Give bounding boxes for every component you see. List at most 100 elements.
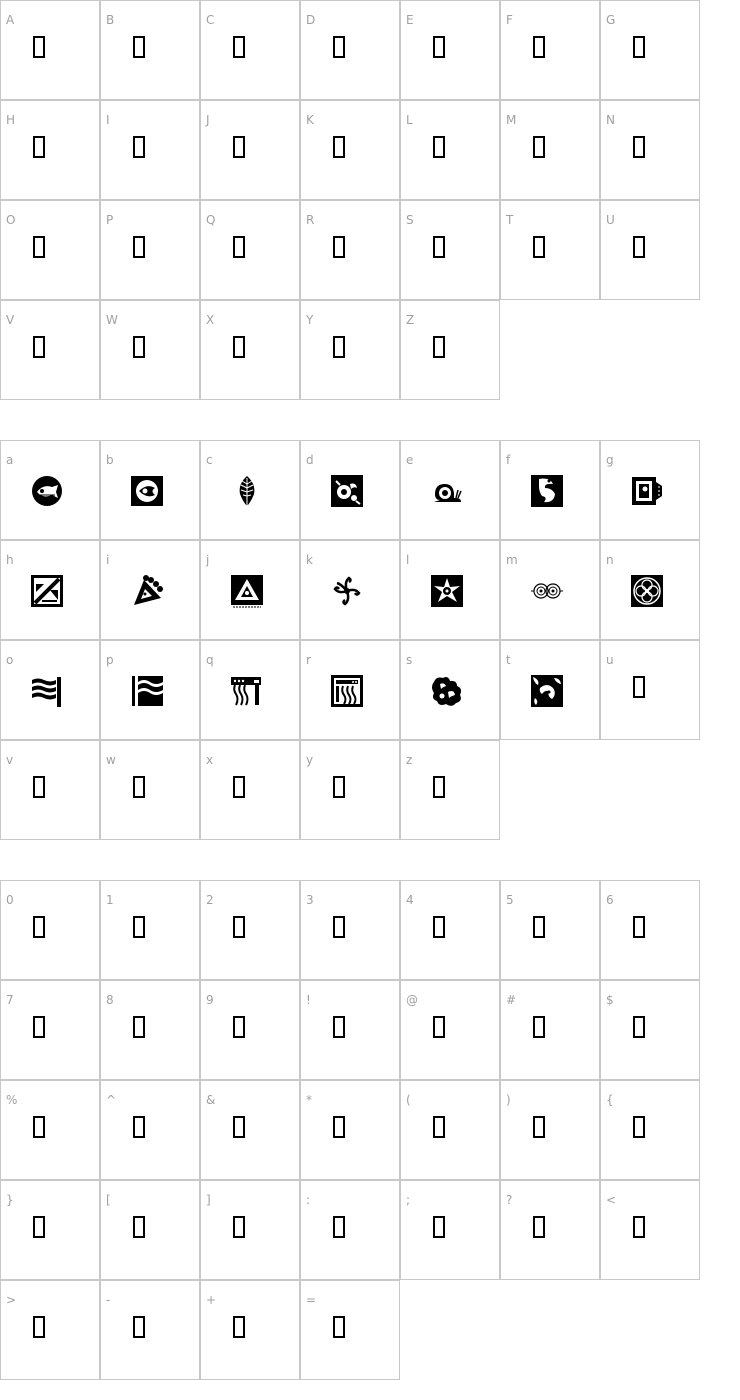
- missing-glyph-icon: [133, 1016, 145, 1038]
- missing-glyph-icon: [333, 36, 345, 58]
- missing-glyph-icon: [633, 1116, 645, 1138]
- glyph-cell: #: [500, 980, 600, 1080]
- missing-glyph-icon: [233, 136, 245, 158]
- glyph-cell: x: [200, 740, 300, 840]
- glyph-label: }: [6, 1193, 14, 1207]
- glyph-cell: E: [400, 0, 500, 100]
- glyph-cell: M: [500, 100, 600, 200]
- missing-glyph-icon: [233, 236, 245, 258]
- missing-glyph-icon: [233, 336, 245, 358]
- glyph-cell: L: [400, 100, 500, 200]
- swirl-blob-square-icon: [531, 675, 563, 707]
- missing-glyph-icon: [433, 36, 445, 58]
- missing-glyph-icon: [233, 1216, 245, 1238]
- glyph-cell: 6: [600, 880, 700, 980]
- glyph-label: *: [306, 1093, 312, 1107]
- glyph-cell: U: [600, 200, 700, 300]
- glyph-cell: w: [100, 740, 200, 840]
- rosette-square-icon: [631, 575, 663, 607]
- glyph-cell: %: [0, 1080, 100, 1180]
- glyph-cell: W: [100, 300, 200, 400]
- glyph-cell: X: [200, 300, 300, 400]
- glyph-label: u: [606, 653, 614, 667]
- missing-glyph-icon: [533, 1116, 545, 1138]
- glyph-cell: n: [600, 540, 700, 640]
- missing-glyph-icon: [233, 776, 245, 798]
- glyph-label: 5: [506, 893, 514, 907]
- glyph-label: ^: [106, 1093, 117, 1107]
- glyph-label: #: [506, 993, 517, 1007]
- missing-glyph-icon: [333, 136, 345, 158]
- glyph-label: G: [606, 13, 616, 27]
- glyph-label: g: [606, 453, 614, 467]
- spiral-star-square-icon: [431, 575, 463, 607]
- glyph-label: D: [306, 13, 316, 27]
- missing-glyph-icon: [33, 1216, 45, 1238]
- glyph-cell: B: [100, 0, 200, 100]
- glyph-cell: C: [200, 0, 300, 100]
- glyph-label: C: [206, 13, 215, 27]
- missing-glyph-icon: [33, 136, 45, 158]
- glyph-label: l: [406, 553, 410, 567]
- missing-glyph-icon: [33, 1116, 45, 1138]
- missing-glyph-icon: [333, 1216, 345, 1238]
- glyph-label: ?: [506, 1193, 513, 1207]
- glyph-cell: -: [100, 1280, 200, 1380]
- glyph-label: I: [106, 113, 110, 127]
- wave-square-icon: [132, 676, 163, 706]
- glyph-cell: ^: [100, 1080, 200, 1180]
- missing-glyph-icon: [633, 236, 645, 258]
- missing-glyph-icon: [133, 336, 145, 358]
- glyph-cell: 7: [0, 980, 100, 1080]
- glyph-cell: :: [300, 1180, 400, 1280]
- missing-glyph-icon: [533, 136, 545, 158]
- feather-icon: [239, 476, 255, 507]
- glyph-label: N: [606, 113, 615, 127]
- missing-glyph-icon: [233, 916, 245, 938]
- cloud-blob-icon: [432, 677, 461, 706]
- glyph-label: Q: [206, 213, 216, 227]
- glyph-label: h: [6, 553, 14, 567]
- missing-glyph-icon: [433, 1116, 445, 1138]
- glyph-cell: N: [600, 100, 700, 200]
- drip-frame-icon: [231, 677, 261, 706]
- missing-glyph-icon: [633, 36, 645, 58]
- missing-glyph-icon: [33, 776, 45, 798]
- glyph-cell: ;: [400, 1180, 500, 1280]
- missing-glyph-icon: [33, 36, 45, 58]
- glyph-label: y: [306, 753, 314, 767]
- glyph-cell: !: [300, 980, 400, 1080]
- missing-glyph-icon: [633, 136, 645, 158]
- missing-glyph-icon: [233, 1316, 245, 1338]
- glyph-label: j: [206, 553, 210, 567]
- eye-square-icon: [131, 476, 163, 506]
- glyph-label: B: [106, 13, 115, 27]
- glyph-label: A: [6, 13, 15, 27]
- glyph-label: X: [206, 313, 215, 327]
- glyph-cell: u: [600, 640, 700, 740]
- glyph-cell: r: [300, 640, 400, 740]
- missing-glyph-icon: [533, 916, 545, 938]
- glyph-label: Z: [406, 313, 415, 327]
- glyph-cell: 1: [100, 880, 200, 980]
- missing-glyph-icon: [533, 1016, 545, 1038]
- glyph-cell: I: [100, 100, 200, 200]
- missing-glyph-icon: [333, 1316, 345, 1338]
- glyph-label: $: [606, 993, 614, 1007]
- snail-icon: [434, 484, 462, 502]
- glyph-cell: 4: [400, 880, 500, 980]
- missing-glyph-icon: [633, 1016, 645, 1038]
- missing-glyph-icon: [33, 236, 45, 258]
- glyph-label: c: [206, 453, 213, 467]
- missing-glyph-icon: [133, 136, 145, 158]
- missing-glyph-icon: [533, 236, 545, 258]
- missing-glyph-icon: [133, 776, 145, 798]
- missing-glyph-icon: [33, 916, 45, 938]
- missing-glyph-icon: [233, 1116, 245, 1138]
- glyph-cell: Z: [400, 300, 500, 400]
- creature-square-icon: [531, 475, 563, 507]
- glyph-cell: H: [0, 100, 100, 200]
- triangle-square-icon: [231, 575, 263, 608]
- glyph-cell: 0: [0, 880, 100, 980]
- glyph-cell: e: [400, 440, 500, 540]
